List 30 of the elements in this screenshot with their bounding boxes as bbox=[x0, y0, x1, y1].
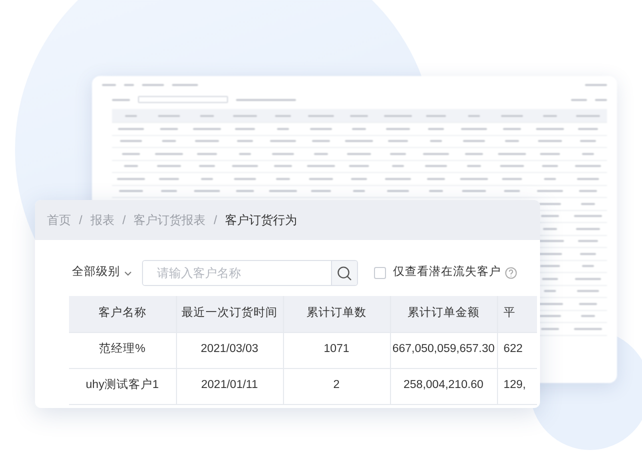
column-header: 平 bbox=[497, 296, 537, 332]
table-cell: 129, bbox=[497, 368, 537, 404]
search-field[interactable]: 请输入客户名称 bbox=[142, 260, 358, 286]
table-cell: 1071 bbox=[283, 332, 390, 368]
table-cell: 258,004,210.60 bbox=[390, 368, 497, 404]
breadcrumb-link[interactable]: 报表 bbox=[90, 211, 114, 229]
level-dropdown[interactable]: 全部级别 bbox=[72, 264, 132, 282]
table-cell: 范经理% bbox=[69, 332, 176, 368]
breadcrumb-link[interactable]: 客户订货报表 bbox=[134, 211, 206, 229]
breadcrumb-separator: / bbox=[214, 212, 218, 229]
breadcrumb-separator: / bbox=[122, 212, 126, 229]
caret-icon bbox=[124, 270, 132, 276]
breadcrumb-current: 客户订货行为 bbox=[225, 212, 298, 229]
table-cell: 2021/01/11 bbox=[176, 368, 283, 404]
search-button[interactable] bbox=[331, 261, 357, 285]
table-cell: 622 bbox=[497, 332, 537, 368]
column-header: 客户名称 bbox=[69, 296, 176, 332]
column-header: 累计订单金额 bbox=[390, 296, 497, 332]
table-cell: uhy测试客户1 bbox=[69, 368, 176, 404]
column-header: 最近一次订货时间 bbox=[176, 296, 283, 332]
table-cell: 2 bbox=[283, 368, 390, 404]
column-header: 累计订单数 bbox=[283, 296, 390, 332]
breadcrumb-separator: / bbox=[79, 212, 82, 229]
table-cell: 2021/03/03 bbox=[176, 332, 283, 368]
checkbox[interactable] bbox=[374, 267, 386, 279]
help-icon[interactable] bbox=[505, 267, 517, 279]
breadcrumb-link[interactable]: 首页 bbox=[47, 211, 71, 229]
checkbox-label: 仅查看潜在流失客户 bbox=[393, 264, 501, 280]
table-cell: 667,050,059,657.30 bbox=[390, 332, 497, 368]
search-icon bbox=[337, 266, 352, 280]
